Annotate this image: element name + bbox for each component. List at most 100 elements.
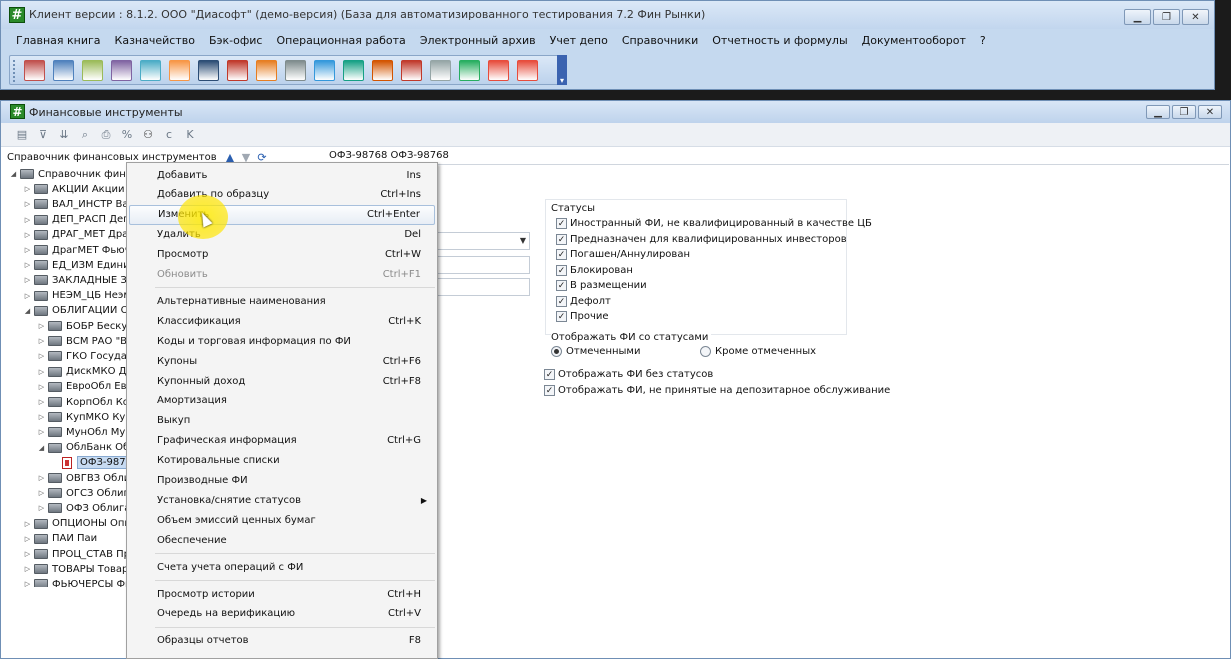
book-icon[interactable]: [140, 59, 161, 81]
tree-node[interactable]: ▷ ТОВАРЫ Товары: [23, 562, 127, 576]
tree-node[interactable]: ▷ ПАИ Паи: [23, 532, 97, 546]
radio-button[interactable]: [551, 346, 562, 357]
extra-checkbox-row[interactable]: ✓ Отображать ФИ, не принятые на депозитар…: [544, 385, 890, 396]
expander-icon[interactable]: ◢: [9, 170, 18, 178]
context-menu-item[interactable]: Производные ФИ: [129, 471, 435, 491]
checkbox[interactable]: ✓: [556, 218, 567, 229]
clipboard-icon[interactable]: [111, 59, 132, 81]
expander-icon[interactable]: ▷: [37, 398, 46, 406]
tree-node[interactable]: ▷ ДрагМЕТ Фьючер: [23, 243, 127, 257]
tree-node[interactable]: ▷ БОБР Бескупо: [37, 319, 127, 333]
menu-item[interactable]: Операционная работа: [269, 32, 412, 52]
bank-icon[interactable]: [343, 59, 364, 81]
context-menu-item[interactable]: Просмотр Ctrl+W: [129, 245, 435, 265]
context-menu-item[interactable]: Графическая информация Ctrl+G: [129, 431, 435, 451]
context-menu-item[interactable]: Купоны Ctrl+F6: [129, 351, 435, 371]
expander-icon[interactable]: ▷: [37, 352, 46, 360]
status-checkbox-row[interactable]: ✓ Иностранный ФИ, не квалифицированный в …: [556, 218, 872, 229]
tree-node[interactable]: ▷ ДискМКО Ди: [37, 365, 127, 379]
context-menu-item[interactable]: Добавить Ins: [129, 165, 435, 185]
context-menu-item[interactable]: Коды и торговая информация по ФИ: [129, 331, 435, 351]
c-icon[interactable]: c: [162, 128, 176, 142]
context-menu-item[interactable]: Классификация Ctrl+K: [129, 311, 435, 331]
stop-icon[interactable]: [517, 59, 538, 81]
tree-node[interactable]: ▷ ГКО Государ: [37, 349, 127, 363]
expander-icon[interactable]: ▷: [23, 246, 32, 254]
expander-icon[interactable]: ▷: [23, 292, 32, 300]
k-icon[interactable]: K: [183, 128, 197, 142]
context-menu-item[interactable]: Установка/снятие статусов ▶: [129, 490, 435, 510]
menu-item[interactable]: ?: [973, 32, 993, 52]
checkbox[interactable]: ✓: [556, 264, 567, 276]
context-menu-item[interactable]: Объем эмиссий ценных бумаг: [129, 510, 435, 530]
checkbox[interactable]: ✓: [556, 295, 567, 307]
code-field[interactable]: [435, 278, 530, 296]
status-checkbox-row[interactable]: ✓ Блокирован: [556, 264, 633, 276]
checkbox[interactable]: ✓: [556, 280, 567, 291]
context-menu-item[interactable]: Альтернативные наименования: [129, 291, 435, 311]
tree-node[interactable]: ▷ ПРОЦ_СТАВ Прог: [23, 547, 127, 561]
context-menu-item[interactable]: Очередь на верификацию Ctrl+V: [129, 604, 435, 624]
toolbar-overflow-button[interactable]: ▾: [557, 55, 567, 85]
flag-icon[interactable]: [198, 59, 219, 81]
tree-node[interactable]: ▷ КупМКО Куп: [37, 410, 127, 424]
expander-icon[interactable]: ▷: [37, 474, 46, 482]
expander-icon[interactable]: ▷: [37, 337, 46, 345]
tree-node[interactable]: ▷ НЕЭМ_ЦБ Неэмис: [23, 289, 127, 303]
tree-node[interactable]: ▷ КорпОбл Кор: [37, 395, 127, 409]
fire-icon[interactable]: [256, 59, 277, 81]
context-menu-item[interactable]: Добавить по образцу Ctrl+Ins: [129, 185, 435, 205]
context-menu-item[interactable]: Купонный доход Ctrl+F8: [129, 371, 435, 391]
status-checkbox-row[interactable]: ✓ В размещении: [556, 280, 647, 291]
tree-node[interactable]: ▷ ОФЗ Облига: [37, 501, 127, 515]
context-menu-item[interactable]: Котировальные списки: [129, 451, 435, 471]
name-field[interactable]: [435, 256, 530, 274]
users-icon[interactable]: [24, 59, 45, 81]
percent-icon[interactable]: %: [120, 128, 134, 142]
tree-node[interactable]: ▷ ФЬЮЧЕРСЫ Фью: [23, 577, 127, 587]
expander-icon[interactable]: ▷: [37, 489, 46, 497]
status-radio-row[interactable]: Отмеченными: [551, 346, 640, 357]
filter-icon[interactable]: ⊽: [36, 128, 50, 142]
context-menu-item[interactable]: Образцы отчетов F8: [129, 631, 435, 651]
expander-icon[interactable]: ▷: [23, 565, 32, 573]
tree-node[interactable]: ОФЗ-9876: [51, 456, 127, 470]
binoculars-icon[interactable]: ⚇: [141, 128, 155, 142]
list-icon[interactable]: ▤: [15, 128, 29, 142]
status-checkbox-row[interactable]: ✓ Предназначен для квалифицированных инве…: [556, 233, 847, 245]
tree-node[interactable]: ▷ ВАЛ_ИНСТР Валю: [23, 197, 127, 211]
expander-icon[interactable]: ▷: [23, 185, 32, 193]
print-icon[interactable]: ⎙: [99, 128, 113, 142]
menu-item[interactable]: Казначейство: [108, 32, 202, 52]
menu-item[interactable]: Учет депо: [543, 32, 615, 52]
expander-icon[interactable]: ▷: [37, 504, 46, 512]
menu-item[interactable]: Главная книга: [9, 32, 108, 52]
tree-node[interactable]: ▷ ЗАКЛАДНЫЕ Закл: [23, 273, 127, 287]
restore-button[interactable]: ❐: [1153, 9, 1180, 25]
exchange-icon[interactable]: [372, 59, 393, 81]
calculator-icon[interactable]: [82, 59, 103, 81]
menu-item[interactable]: Справочники: [615, 32, 705, 52]
tree-node[interactable]: ▷ ДЕП_РАСП Депоз: [23, 213, 127, 227]
expander-icon[interactable]: ▷: [23, 261, 32, 269]
radio-button[interactable]: [700, 346, 711, 357]
tree-node[interactable]: ▷ ОПЦИОНЫ Опцио: [23, 517, 127, 531]
toolbar-grip[interactable]: [13, 60, 16, 82]
status-checkbox-row[interactable]: ✓ Дефолт: [556, 295, 611, 307]
minimize-button[interactable]: ▁: [1124, 9, 1151, 25]
briefcase-icon[interactable]: [401, 59, 422, 81]
checkbox[interactable]: ✓: [544, 369, 555, 380]
chart-icon[interactable]: [169, 59, 190, 81]
child-minimize-button[interactable]: ▁: [1146, 105, 1170, 119]
expander-icon[interactable]: ▷: [37, 428, 46, 436]
expander-icon[interactable]: ▷: [23, 216, 32, 224]
tree-node[interactable]: ▷ ДРАГ_МЕТ Драг: [23, 228, 127, 242]
context-menu-item[interactable]: Амортизация: [129, 391, 435, 411]
status-checkbox-row[interactable]: ✓ Прочие: [556, 311, 609, 322]
context-menu-item[interactable]: Удалить Del: [129, 225, 435, 245]
tree-node[interactable]: ▷ ЕвроОбл Евр: [37, 380, 127, 394]
expander-icon[interactable]: ▷: [23, 200, 32, 208]
checkbox[interactable]: ✓: [556, 233, 567, 245]
context-menu-item[interactable]: Просмотр истории Ctrl+H: [129, 584, 435, 604]
menu-item[interactable]: Документооборот: [855, 32, 973, 52]
